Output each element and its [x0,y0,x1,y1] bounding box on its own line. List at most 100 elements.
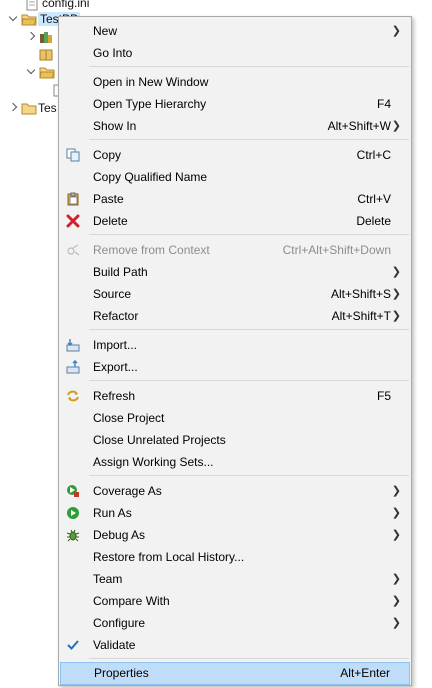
menu-item-coverage-as[interactable]: Coverage As ❯ [59,480,411,502]
refresh-icon [66,389,80,403]
package-icon [39,48,53,61]
menu-item-source[interactable]: Source Alt+Shift+S ❯ [59,283,411,305]
menu-item-remove-from-context[interactable]: Remove from Context Ctrl+Alt+Shift+Down [59,239,411,261]
menu-item-copy-qualified-name[interactable]: Copy Qualified Name [59,166,411,188]
menu-item-label: Open in New Window [93,75,209,89]
tree-row-src[interactable] [26,28,56,46]
file-icon [25,0,39,11]
menu-item-validate[interactable]: Validate [59,634,411,656]
submenu-arrow-icon: ❯ [391,507,401,519]
menu-item-new[interactable]: New ❯ [59,20,411,42]
menu-item-label: Properties [94,666,149,680]
menu-separator [89,658,409,659]
tree-label: Tes [38,101,57,115]
menu-item-label: Team [93,572,123,586]
menu-separator [89,329,409,330]
expand-chevron-icon[interactable] [26,67,36,77]
submenu-arrow-icon: ❯ [391,595,401,607]
menu-item-properties[interactable]: Properties Alt+Enter [60,662,410,685]
menu-item-label: Refactor [93,309,139,323]
menu-item-shortcut: F4 [376,97,391,111]
menu-item-close-unrelated-projects[interactable]: Close Unrelated Projects [59,429,411,451]
project-folder-icon [21,13,37,26]
submenu-arrow-icon: ❯ [391,25,401,37]
expand-chevron-icon[interactable] [8,103,18,113]
menu-item-refresh[interactable]: Refresh F5 [59,385,411,407]
menu-item-label: Open Type Hierarchy [93,97,207,111]
menu-item-shortcut: Ctrl+C [356,148,391,162]
menu-item-label: Delete [93,214,128,228]
menu-separator [89,234,409,235]
folder-open-icon [39,66,55,79]
menu-item-label: Debug As [93,528,146,542]
menu-item-assign-working-sets[interactable]: Assign Working Sets... [59,451,411,473]
menu-item-label: Import... [93,338,138,352]
menu-separator [89,380,409,381]
check-icon [66,638,80,652]
menu-item-configure[interactable]: Configure ❯ [59,612,411,634]
tree-label: config.ini [42,0,90,10]
tree-row-package[interactable] [36,45,56,63]
menu-item-export[interactable]: Export... [59,356,411,378]
paste-icon [66,192,80,206]
submenu-arrow-icon: ❯ [391,573,401,585]
menu-item-compare-with[interactable]: Compare With ❯ [59,590,411,612]
copy-icon [66,148,80,162]
menu-separator [89,475,409,476]
menu-item-shortcut: Alt+Shift+S [330,287,391,301]
project-folder-icon [21,102,37,115]
menu-item-label: Remove from Context [93,243,210,257]
menu-item-shortcut: Alt+Enter [340,666,390,680]
menu-item-import[interactable]: Import... [59,334,411,356]
menu-item-shortcut: Delete [356,214,391,228]
menu-item-label: Assign Working Sets... [93,455,214,469]
submenu-arrow-icon: ❯ [391,529,401,541]
menu-separator [89,66,409,67]
menu-item-show-in[interactable]: Show In Alt+Shift+W ❯ [59,115,411,137]
menu-item-shortcut: Alt+Shift+W [327,119,391,133]
remove-context-icon [66,243,80,257]
menu-item-run-as[interactable]: Run As ❯ [59,502,411,524]
menu-item-shortcut: Alt+Shift+T [331,309,391,323]
tree-row-folder[interactable] [26,63,56,81]
menu-item-label: Copy Qualified Name [93,170,208,184]
expand-chevron-icon[interactable] [26,32,36,42]
submenu-arrow-icon: ❯ [391,485,401,497]
menu-item-label: Copy [93,148,122,162]
run-icon [66,506,80,520]
debug-icon [66,528,80,542]
menu-item-label: Close Project [93,411,165,425]
menu-item-paste[interactable]: Paste Ctrl+V [59,188,411,210]
import-icon [66,338,80,352]
menu-item-debug-as[interactable]: Debug As ❯ [59,524,411,546]
menu-item-label: Coverage As [93,484,162,498]
submenu-arrow-icon: ❯ [391,310,401,322]
menu-item-refactor[interactable]: Refactor Alt+Shift+T ❯ [59,305,411,327]
menu-item-go-into[interactable]: Go Into [59,42,411,64]
menu-separator [89,139,409,140]
menu-item-team[interactable]: Team ❯ [59,568,411,590]
menu-item-label: Configure [93,616,146,630]
menu-item-label: Refresh [93,389,136,403]
menu-item-open-new-window[interactable]: Open in New Window [59,71,411,93]
menu-item-label: Restore from Local History... [93,550,245,564]
menu-item-label: Export... [93,360,138,374]
menu-item-build-path[interactable]: Build Path ❯ [59,261,411,283]
coverage-icon [66,484,80,498]
export-icon [66,360,80,374]
menu-item-restore-local-history[interactable]: Restore from Local History... [59,546,411,568]
menu-item-shortcut: F5 [376,389,391,403]
menu-item-shortcut: Ctrl+Alt+Shift+Down [282,243,391,257]
menu-item-shortcut: Ctrl+V [357,192,391,206]
expand-chevron-icon[interactable] [8,14,18,24]
submenu-arrow-icon: ❯ [391,288,401,300]
submenu-arrow-icon: ❯ [391,617,401,629]
submenu-arrow-icon: ❯ [391,266,401,278]
library-icon [39,31,53,43]
menu-item-open-type-hierarchy[interactable]: Open Type Hierarchy F4 [59,93,411,115]
tree-row-project-2[interactable]: Tes [8,99,57,117]
menu-item-delete[interactable]: Delete Delete [59,210,411,232]
menu-item-close-project[interactable]: Close Project [59,407,411,429]
menu-item-label: Go Into [93,46,133,60]
menu-item-copy[interactable]: Copy Ctrl+C [59,144,411,166]
